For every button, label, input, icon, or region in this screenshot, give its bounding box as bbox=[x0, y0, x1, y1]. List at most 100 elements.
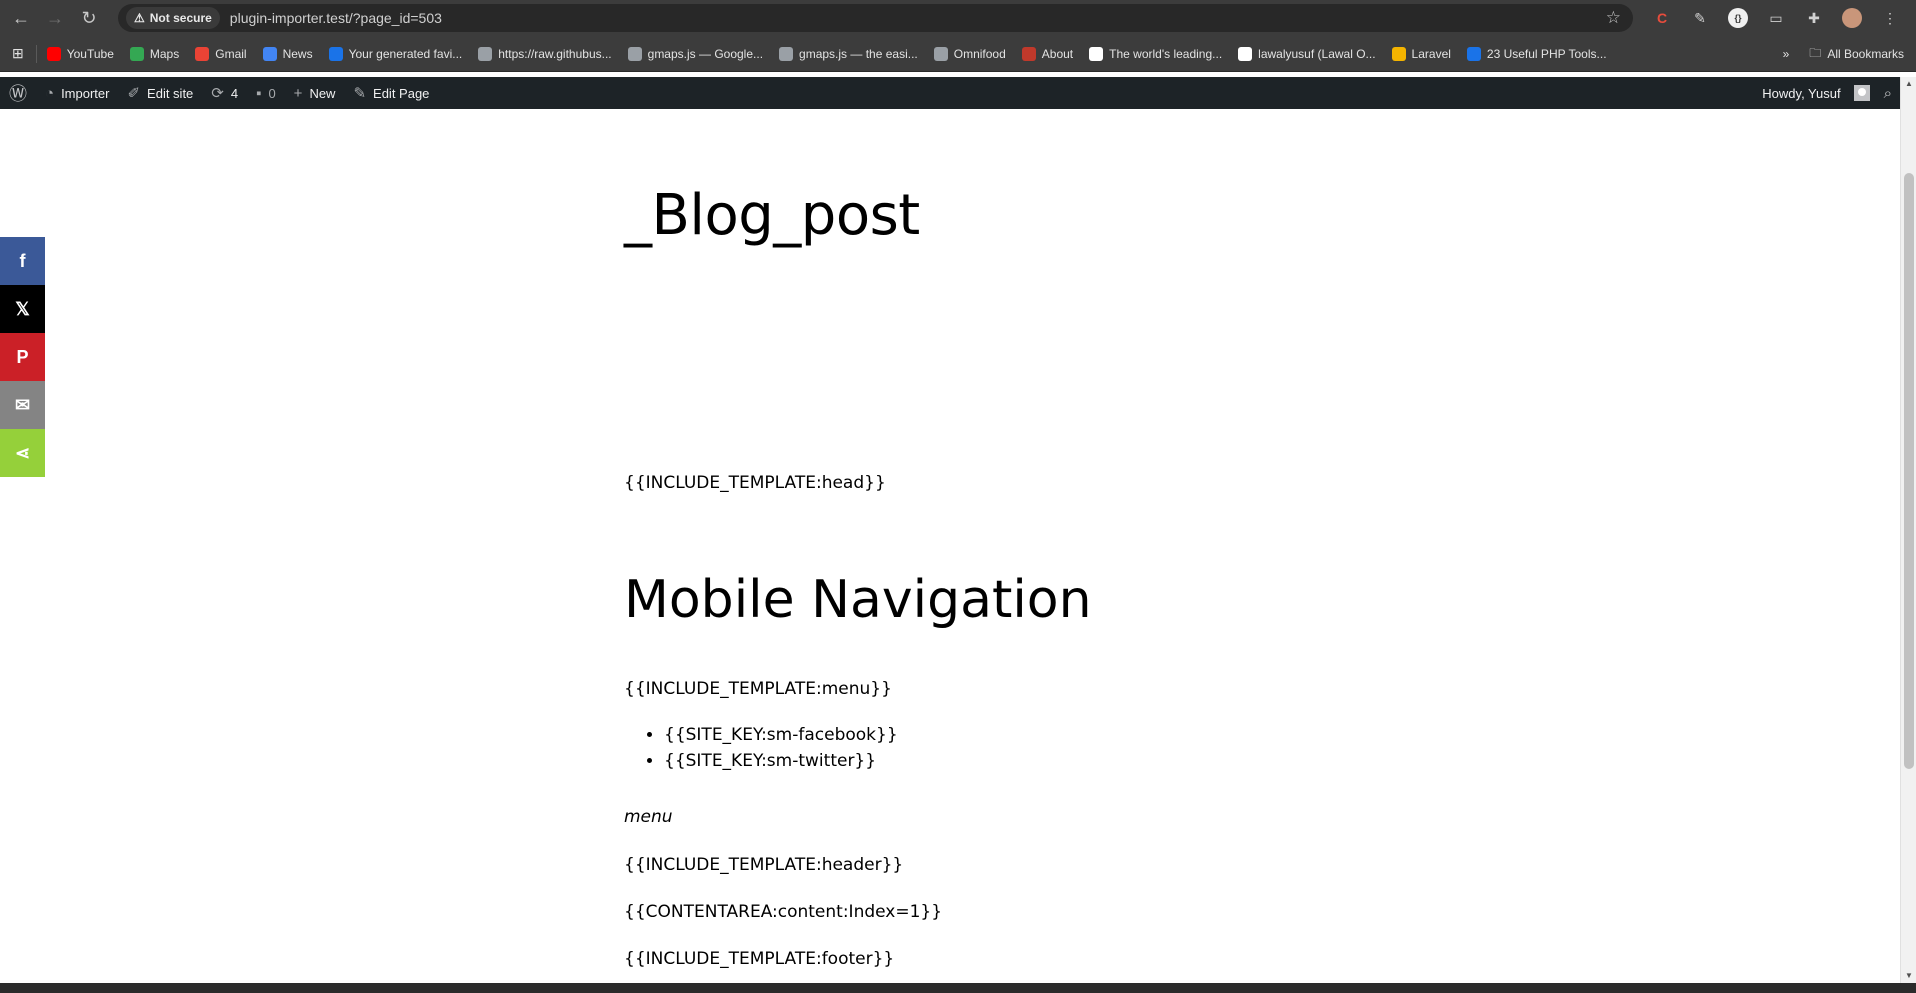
all-bookmarks-label: All Bookmarks bbox=[1827, 47, 1904, 61]
bookmark-item[interactable]: Your generated favi... bbox=[328, 46, 462, 61]
mobile-navigation-heading: Mobile Navigation bbox=[624, 570, 1092, 630]
edit-page-button[interactable]: ✎ Edit Page bbox=[344, 77, 438, 109]
social-share-sidebar: f 𝕏 P ✉ ⋖ bbox=[0, 237, 45, 477]
content-area-text: {{CONTENTAREA:content:Index=1}} bbox=[624, 902, 943, 922]
bookmark-favicon-icon bbox=[195, 46, 210, 61]
bookmark-favicon-icon bbox=[478, 46, 493, 61]
address-bar[interactable]: ⚠ Not secure plugin-importer.test/?page_… bbox=[118, 4, 1633, 32]
include-head-text: {{INCLUDE_TEMPLATE:head}} bbox=[624, 473, 886, 493]
more-bookmarks-chevron-icon[interactable]: » bbox=[1783, 47, 1790, 61]
scroll-thumb[interactable] bbox=[1904, 173, 1914, 769]
list-item: {{SITE_KEY:sm-twitter}} bbox=[664, 751, 898, 771]
updates-count: 4 bbox=[230, 85, 239, 101]
bookmark-favicon-icon bbox=[779, 46, 794, 61]
tab-search-icon[interactable]: ▭ bbox=[1766, 8, 1786, 28]
new-content-button[interactable]: + New bbox=[285, 77, 345, 109]
share-icon: ⋖ bbox=[14, 442, 31, 463]
extension-icon[interactable]: C bbox=[1652, 8, 1672, 28]
wp-admin-bar: Ⓦ ◔ Importer ✐ Edit site ⟳ 4 ▪ 0 + New ✎ Edit … bbox=[0, 77, 1900, 109]
reload-button[interactable]: ↻ bbox=[72, 1, 106, 35]
page-title: _Blog_post bbox=[624, 183, 920, 248]
pinterest-icon: P bbox=[16, 346, 29, 367]
scroll-down-arrow-icon[interactable]: ▼ bbox=[1904, 971, 1914, 981]
edit-site-button[interactable]: ✐ Edit site bbox=[118, 77, 202, 109]
url-text: plugin-importer.test/?page_id=503 bbox=[229, 10, 442, 26]
bookmark-label: YouTube bbox=[66, 46, 114, 61]
bookmark-label: Maps bbox=[149, 46, 180, 61]
bookmark-item[interactable]: Gmail bbox=[195, 46, 247, 61]
brush-icon: ✐ bbox=[127, 85, 141, 102]
browser-toolbar: ← → ↻ ⚠ Not secure plugin-importer.test/… bbox=[0, 0, 1916, 36]
bookmark-item[interactable]: News bbox=[262, 46, 313, 61]
bookmark-item[interactable]: Maps bbox=[129, 46, 180, 61]
x-icon: 𝕏 bbox=[15, 298, 30, 319]
bookmark-item[interactable]: Omnifood bbox=[933, 46, 1006, 61]
bookmark-favicon-icon bbox=[1466, 46, 1481, 61]
bookmark-item[interactable]: The world's leading... bbox=[1089, 46, 1223, 61]
bookmark-label: About bbox=[1041, 46, 1074, 61]
warning-icon: ⚠ bbox=[134, 11, 145, 25]
plus-icon: + bbox=[293, 84, 303, 102]
include-header-text: {{INCLUDE_TEMPLATE:header}} bbox=[624, 855, 904, 875]
bookmark-star-icon[interactable]: ☆ bbox=[1606, 8, 1621, 28]
bookmark-label: gmaps.js — Google... bbox=[647, 46, 764, 61]
site-key-list: {{SITE_KEY:sm-facebook}} {{SITE_KEY:sm-t… bbox=[664, 725, 898, 777]
all-bookmarks-button[interactable]: 🗀 All Bookmarks bbox=[1809, 44, 1904, 65]
bookmark-item[interactable]: lawalyusuf (Lawal O... bbox=[1238, 46, 1376, 61]
include-menu-text: {{INCLUDE_TEMPLATE:menu}} bbox=[624, 679, 892, 699]
comment-icon: ▪ bbox=[256, 84, 262, 102]
back-button[interactable]: ← bbox=[4, 1, 38, 35]
facebook-icon: f bbox=[19, 250, 26, 271]
email-icon: ✉ bbox=[14, 394, 31, 415]
facebook-share-button[interactable]: f bbox=[0, 237, 45, 285]
bookmark-label: lawalyusuf (Lawal O... bbox=[1258, 46, 1376, 61]
bookmark-favicon-icon bbox=[1021, 46, 1036, 61]
pencil-icon: ✎ bbox=[353, 85, 367, 102]
wordpress-logo-icon: Ⓦ bbox=[9, 84, 27, 104]
page-scrollbar[interactable]: ▲ ▼ bbox=[1900, 77, 1916, 983]
bookmark-item[interactable]: gmaps.js — the easi... bbox=[779, 46, 918, 61]
bookmark-favicon-icon bbox=[1391, 46, 1406, 61]
bookmarks-bar: ⊞ YouTube Maps Gmail News Your generated fav… bbox=[0, 36, 1916, 72]
bookmark-favicon-icon bbox=[627, 46, 642, 61]
x-share-button[interactable]: 𝕏 bbox=[0, 285, 45, 333]
forward-button[interactable]: → bbox=[38, 1, 72, 35]
my-account-button[interactable]: Howdy, Yusuf bbox=[1762, 77, 1870, 109]
bookmark-item[interactable]: 23 Useful PHP Tools... bbox=[1466, 46, 1607, 61]
search-icon[interactable]: ⌕ bbox=[1884, 85, 1892, 102]
updates-icon: ⟳ bbox=[211, 85, 224, 102]
bookmark-label: 23 Useful PHP Tools... bbox=[1486, 46, 1607, 61]
site-name-button[interactable]: ◔ Importer bbox=[36, 77, 118, 109]
json-extension-icon[interactable]: {} bbox=[1728, 8, 1748, 28]
bookmark-label: The world's leading... bbox=[1109, 46, 1223, 61]
bookmark-item[interactable]: Laravel bbox=[1391, 46, 1451, 61]
wp-logo-button[interactable]: Ⓦ bbox=[0, 77, 36, 109]
security-label: Not secure bbox=[149, 11, 212, 25]
scroll-up-arrow-icon[interactable]: ▲ bbox=[1904, 79, 1914, 89]
eyedropper-icon[interactable]: ✎ bbox=[1690, 8, 1710, 28]
bookmark-item[interactable]: About bbox=[1021, 46, 1074, 61]
menu-italic-text: menu bbox=[624, 807, 673, 827]
bookmark-item[interactable]: gmaps.js — Google... bbox=[627, 46, 764, 61]
bookmark-item[interactable]: YouTube bbox=[46, 46, 114, 61]
profile-avatar[interactable] bbox=[1842, 8, 1862, 28]
comments-count: 0 bbox=[268, 85, 276, 101]
pinterest-share-button[interactable]: P bbox=[0, 333, 45, 381]
more-menu-icon[interactable]: ⋮ bbox=[1880, 8, 1900, 28]
extensions-puzzle-icon[interactable]: ✚ bbox=[1804, 8, 1824, 28]
security-chip[interactable]: ⚠ Not secure bbox=[126, 7, 220, 29]
updates-button[interactable]: ⟳ 4 bbox=[202, 77, 247, 109]
avatar bbox=[1853, 85, 1870, 101]
bookmark-favicon-icon bbox=[262, 46, 277, 61]
email-share-button[interactable]: ✉ bbox=[0, 381, 45, 429]
bookmark-favicon-icon bbox=[1238, 46, 1253, 61]
apps-grid-icon[interactable]: ⊞ bbox=[12, 45, 24, 62]
bookmark-label: gmaps.js — the easi... bbox=[799, 46, 918, 61]
edit-page-label: Edit Page bbox=[373, 85, 430, 101]
share-share-button[interactable]: ⋖ bbox=[0, 429, 45, 477]
comments-button[interactable]: ▪ 0 bbox=[247, 77, 285, 109]
edit-site-label: Edit site bbox=[147, 85, 194, 101]
bookmark-item[interactable]: https://raw.githubus... bbox=[478, 46, 612, 61]
bookmark-label: News bbox=[282, 46, 313, 61]
bookmarks-divider bbox=[35, 44, 37, 63]
